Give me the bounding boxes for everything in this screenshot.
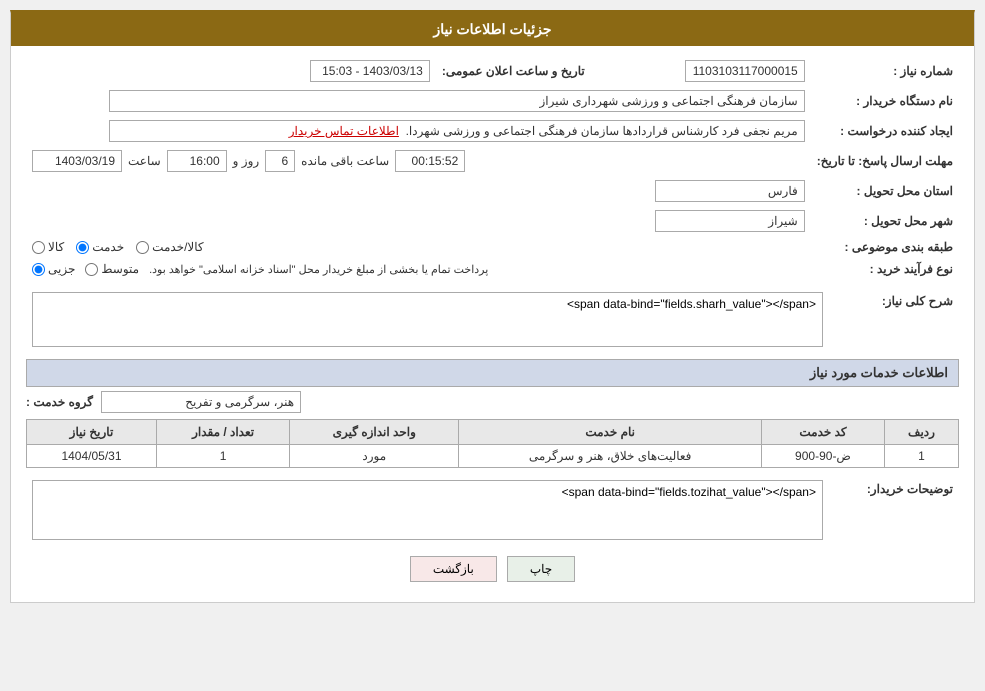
cell-count: 1 [156, 445, 289, 468]
tozihat-textarea[interactable]: <span data-bind="fields.tozihat_value"><… [32, 480, 823, 540]
mohlat-baqi-label: ساعت باقی مانده [301, 154, 389, 168]
mohlat-rooz-label: روز و [233, 154, 260, 168]
nove-label: نوع فرآیند خرید : [811, 258, 959, 280]
contact-link[interactable]: اطلاعات تماس خریدار [289, 124, 399, 138]
sharh-textarea[interactable]: <span data-bind="fields.sharh_value"></s… [32, 292, 823, 347]
shomara-niaz-value: 1103103117000015 [685, 60, 805, 82]
col-radif: ردیف [884, 420, 958, 445]
col-code: کد خدمت [762, 420, 885, 445]
shahr-value: شیراز [655, 210, 805, 232]
tarikh-value: 1403/03/13 - 15:03 [310, 60, 430, 82]
nam-dastgah-value: سازمان فرهنگی اجتماعی و ورزشی شهرداری شی… [109, 90, 804, 112]
service-section-header: اطلاعات خدمات مورد نیاز [26, 359, 959, 387]
services-table: ردیف کد خدمت نام خدمت واحد اندازه گیری ت… [26, 419, 959, 468]
cell-date: 1404/05/31 [27, 445, 157, 468]
cell-radif: 1 [884, 445, 958, 468]
col-count: تعداد / مقدار [156, 420, 289, 445]
mohlat-baqi: 00:15:52 [395, 150, 465, 172]
idad-value: مریم نجفی فرد کارشناس قراردادها سازمان ف… [109, 120, 804, 142]
shomara-niaz-label: شماره نیاز : [811, 56, 959, 86]
mohlat-saat: 16:00 [167, 150, 227, 172]
sharh-label: شرح کلی نیاز: [882, 294, 953, 308]
cell-unit: مورد [290, 445, 459, 468]
radio-khedmat[interactable]: خدمت [76, 240, 124, 254]
page-title: جزئیات اطلاعات نیاز [11, 13, 974, 46]
tabaqe-label: طبقه بندی موضوعی : [811, 236, 959, 258]
col-date: تاریخ نیاز [27, 420, 157, 445]
col-unit: واحد اندازه گیری [290, 420, 459, 445]
radio-motevaset[interactable]: متوسط [85, 262, 139, 276]
cell-code: ض-90-900 [762, 445, 885, 468]
goroh-value: هنر، سرگرمی و تفریح [101, 391, 301, 413]
tozihat-label: توضیحات خریدار: [867, 482, 953, 496]
tarikh-label: تاریخ و ساعت اعلان عمومی: [436, 56, 591, 86]
cell-name: فعالیت‌های خلاق، هنر و سرگرمی [459, 445, 762, 468]
mohlat-label: مهلت ارسال پاسخ: تا تاریخ: [811, 146, 959, 176]
print-button[interactable]: چاپ [507, 556, 575, 582]
mohlat-rooz: 6 [265, 150, 295, 172]
idad-label: ایجاد کننده درخواست : [811, 116, 959, 146]
shahr-label: شهر محل تحویل : [811, 206, 959, 236]
table-row: 1 ض-90-900 فعالیت‌های خلاق، هنر و سرگرمی… [27, 445, 959, 468]
ostan-value: فارس [655, 180, 805, 202]
radio-kala-khedmat[interactable]: کالا/خدمت [136, 240, 203, 254]
ostan-label: استان محل تحویل : [811, 176, 959, 206]
nam-dastgah-label: نام دستگاه خریدار : [811, 86, 959, 116]
radio-kala[interactable]: کالا [32, 240, 64, 254]
back-button[interactable]: بازگشت [410, 556, 497, 582]
radio-jozii[interactable]: جزیی [32, 262, 75, 276]
mohlat-date: 1403/03/19 [32, 150, 122, 172]
goroh-label: گروه خدمت : [26, 395, 93, 409]
col-name: نام خدمت [459, 420, 762, 445]
nove-notice: پرداخت تمام یا بخشی از مبلغ خریدار محل "… [149, 263, 488, 276]
mohlat-saat-label: ساعت [128, 154, 161, 168]
